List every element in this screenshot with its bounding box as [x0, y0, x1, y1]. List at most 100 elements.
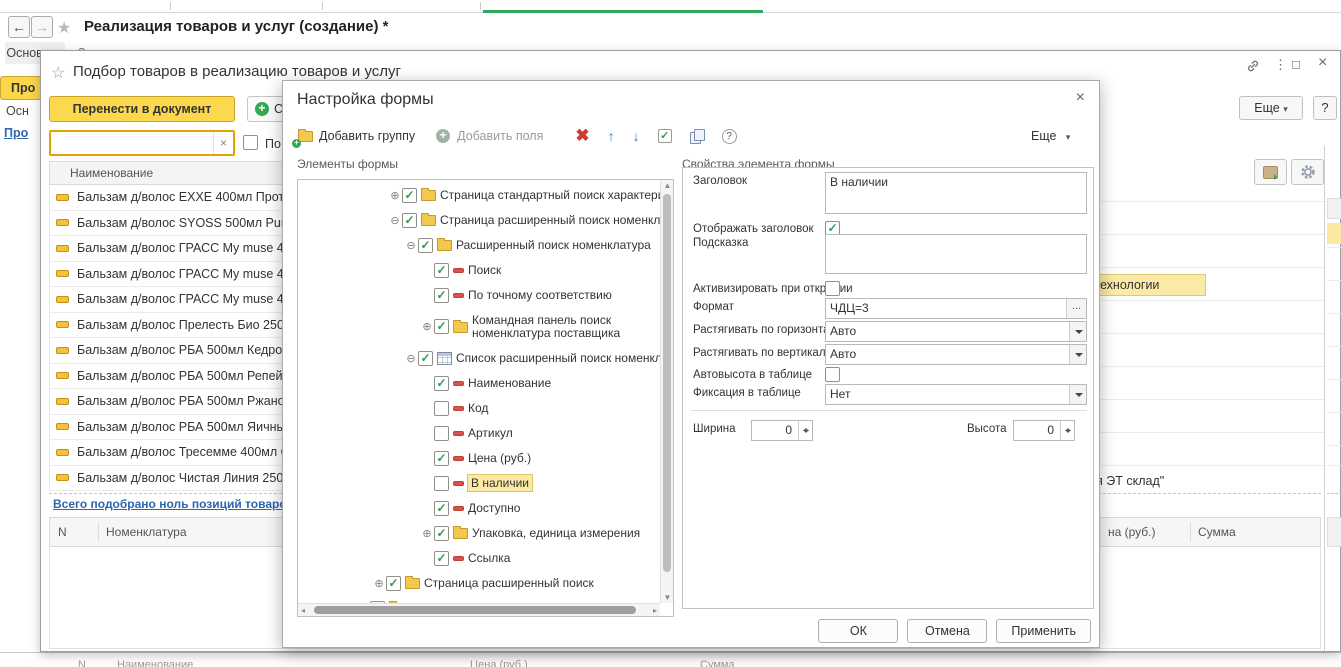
tree-item[interactable]: ⊕✓Командная панель поиск номенклатура по… — [298, 307, 673, 345]
scroll-down-icon[interactable]: ▼ — [661, 593, 674, 602]
stepper-arrows-icon[interactable] — [798, 421, 812, 440]
stepper-arrows-icon[interactable] — [1060, 421, 1074, 440]
tree-item[interactable]: ⊖✓Страница расширенный поиск номенклатур… — [298, 207, 673, 232]
clear-search-icon[interactable]: × — [213, 132, 233, 154]
move-up-button[interactable]: ↑ — [608, 128, 615, 144]
property-combo[interactable]: Авто — [825, 344, 1087, 365]
expand-icon[interactable]: ⊕ — [372, 577, 386, 590]
collapse-icon[interactable]: ⊖ — [388, 214, 402, 227]
forward-button[interactable]: → — [31, 16, 53, 38]
help-button[interactable]: ? — [1313, 96, 1337, 120]
property-control[interactable]: В наличии — [825, 172, 1087, 214]
close-icon[interactable]: × — [1076, 89, 1085, 107]
property-control[interactable]: ЧДЦ=3... — [825, 298, 1087, 319]
property-control[interactable]: Нет — [825, 384, 1087, 405]
cancel-button[interactable]: Отмена — [907, 619, 987, 643]
visibility-checkbox[interactable]: ✓ — [434, 526, 449, 541]
visibility-checkbox[interactable]: ✓ — [402, 213, 417, 228]
column-sum[interactable]: Сумма — [1190, 518, 1236, 548]
expand-icon[interactable]: ⊕ — [420, 527, 434, 540]
transfer-to-document-button[interactable]: Перенести в документ — [49, 96, 235, 122]
property-control[interactable] — [825, 366, 840, 382]
add-group-button[interactable]: + Добавить группу — [295, 127, 415, 145]
tree-item[interactable]: ✓Поиск — [298, 257, 673, 282]
move-down-button[interactable]: ↓ — [633, 128, 640, 144]
vertical-scrollbar[interactable]: ▲ ▼ — [660, 180, 673, 603]
property-input[interactable]: ЧДЦ=3... — [825, 298, 1087, 319]
property-control[interactable]: Авто — [825, 321, 1087, 342]
selection-summary-link[interactable]: Всего подобрано ноль позиций товаров, на — [53, 497, 315, 511]
visibility-checkbox[interactable]: ✓ — [434, 501, 449, 516]
property-combo[interactable]: Авто — [825, 321, 1087, 342]
delete-button[interactable]: ✖ — [575, 126, 589, 146]
scrollbar-thumb[interactable] — [314, 606, 636, 614]
help-button[interactable]: ? — [722, 129, 737, 144]
window-menu-icon[interactable]: ⋮ — [1274, 57, 1287, 73]
width-stepper[interactable]: 0 — [751, 420, 813, 441]
tree-item[interactable]: Артикул — [298, 420, 673, 445]
visibility-checkbox[interactable]: ✓ — [418, 351, 433, 366]
tree-item[interactable]: В наличии — [298, 470, 673, 495]
scroll-up-icon[interactable]: ▲ — [661, 181, 674, 190]
favorite-star-icon[interactable]: ★ — [57, 18, 71, 38]
more-button[interactable]: Еще ▾ — [1239, 96, 1303, 120]
scroll-left-icon[interactable]: ◂ — [301, 604, 305, 617]
visibility-checkbox[interactable]: ✓ — [418, 238, 433, 253]
tree-item[interactable]: ⊕✓Страница стандартный поиск характерист… — [298, 182, 673, 207]
tree-item[interactable]: ✓Доступно — [298, 495, 673, 520]
column-n[interactable]: N — [50, 518, 98, 548]
check-all-button[interactable]: ✓ — [658, 129, 672, 143]
apply-button[interactable]: Применить — [996, 619, 1091, 643]
back-button[interactable]: ← — [8, 16, 30, 38]
property-checkbox[interactable] — [825, 367, 840, 382]
tree-item[interactable]: ✓Наименование — [298, 370, 673, 395]
visibility-checkbox[interactable]: ✓ — [434, 551, 449, 566]
column-price[interactable]: на (руб.) — [1100, 518, 1156, 548]
visibility-checkbox[interactable]: ✓ — [386, 576, 401, 591]
column-nomenclature[interactable]: Номенклатура — [98, 518, 187, 548]
horizontal-scrollbar[interactable]: ◂ ▸ — [298, 603, 660, 616]
property-control[interactable]: Авто — [825, 344, 1087, 365]
search-option-checkbox[interactable] — [243, 135, 258, 150]
scroll-right-icon[interactable]: ▸ — [653, 604, 657, 617]
visibility-checkbox[interactable] — [434, 476, 449, 491]
tree-item[interactable]: ✓По точному соответствию — [298, 282, 673, 307]
visibility-checkbox[interactable] — [434, 426, 449, 441]
tree-item[interactable]: ⊕✓Страница расширенный поиск — [298, 570, 673, 595]
property-textarea[interactable]: В наличии — [825, 172, 1087, 214]
tree-item[interactable]: Код — [298, 395, 673, 420]
close-icon[interactable]: × — [1318, 54, 1327, 72]
maximize-icon[interactable]: □ — [1292, 57, 1300, 72]
add-fields-button[interactable]: + Добавить поля — [433, 127, 543, 145]
visibility-checkbox[interactable]: ✓ — [434, 263, 449, 278]
ellipsis-button[interactable]: ... — [1066, 299, 1086, 318]
visibility-checkbox[interactable]: ✓ — [434, 376, 449, 391]
search-input[interactable]: × — [49, 130, 235, 156]
post-link-fragment[interactable]: Про — [4, 126, 28, 140]
tree-item[interactable]: ✓Цена (руб.) — [298, 445, 673, 470]
expand-icon[interactable]: ⊕ — [388, 189, 402, 202]
property-combo[interactable]: Нет — [825, 384, 1087, 405]
dropdown-arrow-icon[interactable] — [1069, 345, 1086, 364]
tree-item[interactable]: ⊖✓Расширенный поиск номенклатура — [298, 232, 673, 257]
get-link-icon[interactable] — [1246, 59, 1260, 76]
collapse-icon[interactable]: ⊖ — [404, 352, 418, 365]
expand-icon[interactable]: ⊕ — [420, 320, 434, 333]
visibility-checkbox[interactable]: ✓ — [434, 288, 449, 303]
settings-gear-button[interactable] — [1291, 159, 1324, 185]
tree-item[interactable]: ✓Ссылка — [298, 545, 673, 570]
dropdown-arrow-icon[interactable] — [1069, 322, 1086, 341]
copy-settings-button[interactable] — [690, 129, 704, 143]
dropdown-arrow-icon[interactable] — [1069, 385, 1086, 404]
visibility-checkbox[interactable]: ✓ — [434, 451, 449, 466]
property-textarea[interactable] — [825, 234, 1087, 274]
dialog-more-button[interactable]: Еще ▾ — [1031, 129, 1070, 143]
scrollbar-thumb[interactable] — [663, 194, 671, 572]
ok-button[interactable]: ОК — [818, 619, 898, 643]
favorite-star-icon[interactable]: ☆ — [51, 63, 65, 83]
property-checkbox[interactable] — [825, 281, 840, 296]
height-stepper[interactable]: 0 — [1013, 420, 1075, 441]
visibility-checkbox[interactable]: ✓ — [434, 319, 449, 334]
visibility-checkbox[interactable]: ✓ — [402, 188, 417, 203]
property-control[interactable] — [825, 234, 1087, 274]
